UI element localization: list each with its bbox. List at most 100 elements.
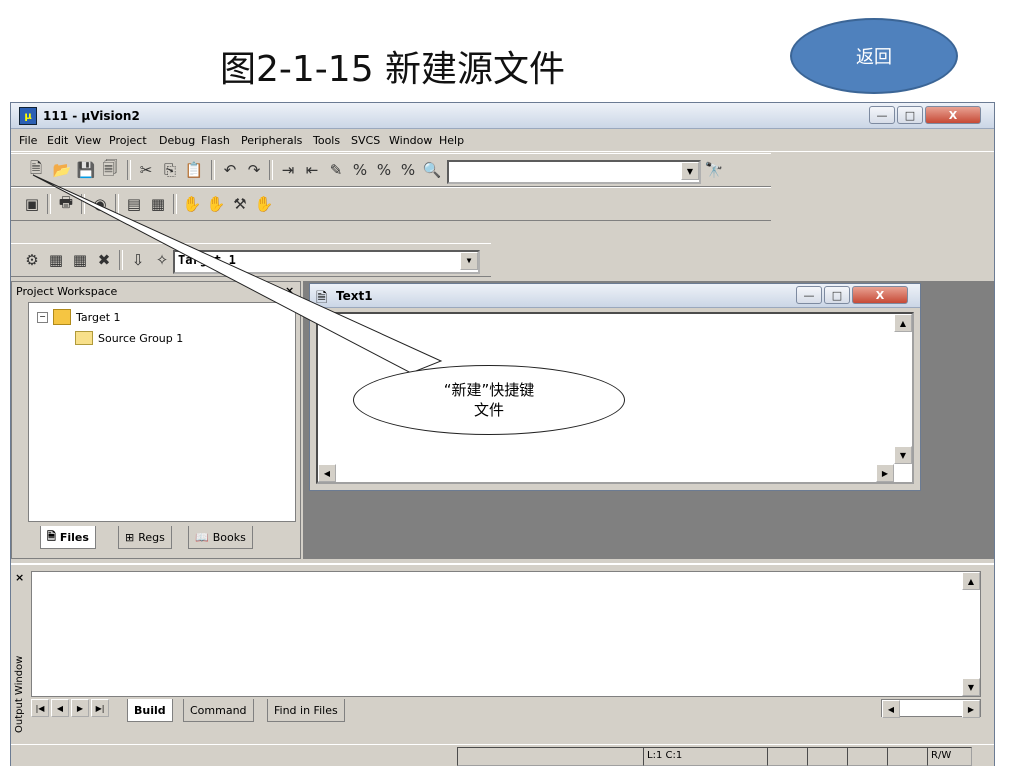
stop-build-icon[interactable]: ✖ <box>93 249 115 271</box>
collapse-icon[interactable]: − <box>37 311 48 323</box>
hand-select-icon[interactable]: ✋ <box>253 193 275 215</box>
prev-tab-icon[interactable]: ◀ <box>51 699 69 717</box>
target-select-value: Target 1 <box>178 253 236 267</box>
document-icon: 🗎 <box>316 290 328 306</box>
minimize-button[interactable]: — <box>869 106 895 124</box>
callout-line-1: “新建”快捷键 <box>443 381 535 399</box>
rebuild-all-icon[interactable]: ▦ <box>69 249 91 271</box>
menu-edit[interactable]: Edit <box>47 134 68 147</box>
undo-icon[interactable]: ↶ <box>219 159 241 181</box>
close-icon[interactable]: × <box>15 571 24 584</box>
slide-title: 图2-1-15 新建源文件 <box>220 49 566 90</box>
target-options-icon[interactable]: ✧ <box>151 249 173 271</box>
scroll-down-icon[interactable]: ▼ <box>962 678 980 696</box>
bookmark-next-icon[interactable]: % <box>349 159 371 181</box>
cut-icon[interactable]: ✂ <box>135 159 157 181</box>
open-folder-icon[interactable]: 📂 <box>51 159 73 181</box>
save-all-icon[interactable]: 🗐 <box>99 159 121 181</box>
copy-icon[interactable]: ⎘ <box>159 159 181 181</box>
bookmark-prev-icon[interactable]: % <box>373 159 395 181</box>
target-select[interactable]: Target 1 ▼ <box>173 250 480 274</box>
hand-icon[interactable]: ✋ <box>181 193 203 215</box>
minimize-icon: — <box>876 108 888 122</box>
output-hscrollbar[interactable]: ◀ ▶ <box>881 699 981 718</box>
bookmark-toggle-icon[interactable]: ✎ <box>325 159 347 181</box>
tab-regs[interactable]: ⊞ Regs <box>118 526 172 549</box>
maximize-icon: □ <box>904 108 916 122</box>
scroll-down-icon[interactable]: ▼ <box>894 446 912 464</box>
source-browser-icon[interactable]: ▦ <box>147 193 169 215</box>
menu-project[interactable]: Project <box>109 134 147 147</box>
toolbar-separator <box>81 194 85 214</box>
tree-item-source-group[interactable]: Source Group 1 <box>75 331 183 345</box>
build-target-icon[interactable]: ▦ <box>45 249 67 271</box>
bookmark-clear-icon[interactable]: % <box>397 159 419 181</box>
debug-session-icon[interactable]: ◉ <box>89 193 111 215</box>
output-window: × Output Window ▲ ▼ |◀ ◀ ▶ ▶| Build Comm… <box>11 563 994 743</box>
tree-item-target[interactable]: − Target 1 <box>37 309 121 325</box>
translate-icon[interactable]: ⚙ <box>21 249 43 271</box>
project-tree: − Target 1 Source Group 1 <box>28 302 296 522</box>
hand-stop-icon[interactable]: ✋ <box>205 193 227 215</box>
maximize-button[interactable]: □ <box>897 106 923 124</box>
back-button[interactable]: 返回 <box>790 18 958 94</box>
output-side-label: Output Window <box>14 655 25 733</box>
workspace-title: Project Workspace <box>16 285 118 298</box>
scroll-up-icon[interactable]: ▲ <box>962 572 980 590</box>
menu-window[interactable]: Window <box>389 134 432 147</box>
menu-peripherals[interactable]: Peripherals <box>241 134 302 147</box>
status-cell <box>807 747 848 766</box>
editor-maximize-button[interactable]: □ <box>824 286 850 304</box>
tab-files[interactable]: 🗎 Files <box>40 526 96 549</box>
workspace-window-icon[interactable]: ▣ <box>21 193 43 215</box>
new-file-icon[interactable]: 🗎 <box>25 159 47 181</box>
editor-close-button[interactable]: X <box>852 286 908 304</box>
output-window-icon[interactable]: ▤ <box>123 193 145 215</box>
toolbar-separator <box>269 160 273 180</box>
close-icon[interactable]: × <box>285 284 294 297</box>
menu-tools[interactable]: Tools <box>313 134 340 147</box>
download-icon[interactable]: ⇩ <box>127 249 149 271</box>
status-message <box>457 747 644 766</box>
menu-debug[interactable]: Debug <box>159 134 195 147</box>
target-folder-icon <box>53 309 71 325</box>
scroll-right-icon[interactable]: ▶ <box>876 464 894 482</box>
toolbar-separator <box>127 160 131 180</box>
close-button[interactable]: X <box>925 106 981 124</box>
scroll-left-icon[interactable]: ◀ <box>318 464 336 482</box>
chevron-down-icon[interactable]: ▼ <box>460 252 478 270</box>
scroll-right-icon[interactable]: ▶ <box>962 700 980 718</box>
scroll-up-icon[interactable]: ▲ <box>894 314 912 332</box>
redo-icon[interactable]: ↷ <box>243 159 265 181</box>
output-side-label-container: Output Window <box>14 633 28 733</box>
read-write-mode: R/W <box>927 747 972 766</box>
first-tab-icon[interactable]: |◀ <box>31 699 49 717</box>
editor-titlebar: 🗎 Text1 — □ X <box>310 284 920 308</box>
editor-minimize-button[interactable]: — <box>796 286 822 304</box>
save-icon[interactable]: 💾 <box>75 159 97 181</box>
output-text-area[interactable]: ▲ ▼ <box>31 571 981 697</box>
menu-view[interactable]: View <box>75 134 101 147</box>
find-combo[interactable]: ▼ <box>447 160 701 184</box>
close-icon: X <box>948 108 958 122</box>
tab-books[interactable]: 📖 Books <box>188 526 253 549</box>
binoculars-icon[interactable]: 🔭 <box>703 159 725 181</box>
scroll-left-icon[interactable]: ◀ <box>882 700 900 718</box>
menu-help[interactable]: Help <box>439 134 464 147</box>
chevron-down-icon[interactable]: ▼ <box>681 162 699 180</box>
next-tab-icon[interactable]: ▶ <box>71 699 89 717</box>
menu-file[interactable]: File <box>19 134 37 147</box>
tab-command[interactable]: Command <box>183 699 254 722</box>
print-icon[interactable]: 🖶 <box>55 193 77 215</box>
unindent-icon[interactable]: ⇤ <box>301 159 323 181</box>
menu-flash[interactable]: Flash <box>201 134 230 147</box>
indent-icon[interactable]: ⇥ <box>277 159 299 181</box>
toolbar-separator <box>47 194 51 214</box>
tab-find-in-files[interactable]: Find in Files <box>267 699 345 722</box>
find-in-files-icon[interactable]: 🔍 <box>421 159 443 181</box>
paste-icon[interactable]: 📋 <box>183 159 205 181</box>
last-tab-icon[interactable]: ▶| <box>91 699 109 717</box>
tab-build[interactable]: Build <box>127 699 173 722</box>
menu-svcs[interactable]: SVCS <box>351 134 380 147</box>
tools-icon[interactable]: ⚒ <box>229 193 251 215</box>
